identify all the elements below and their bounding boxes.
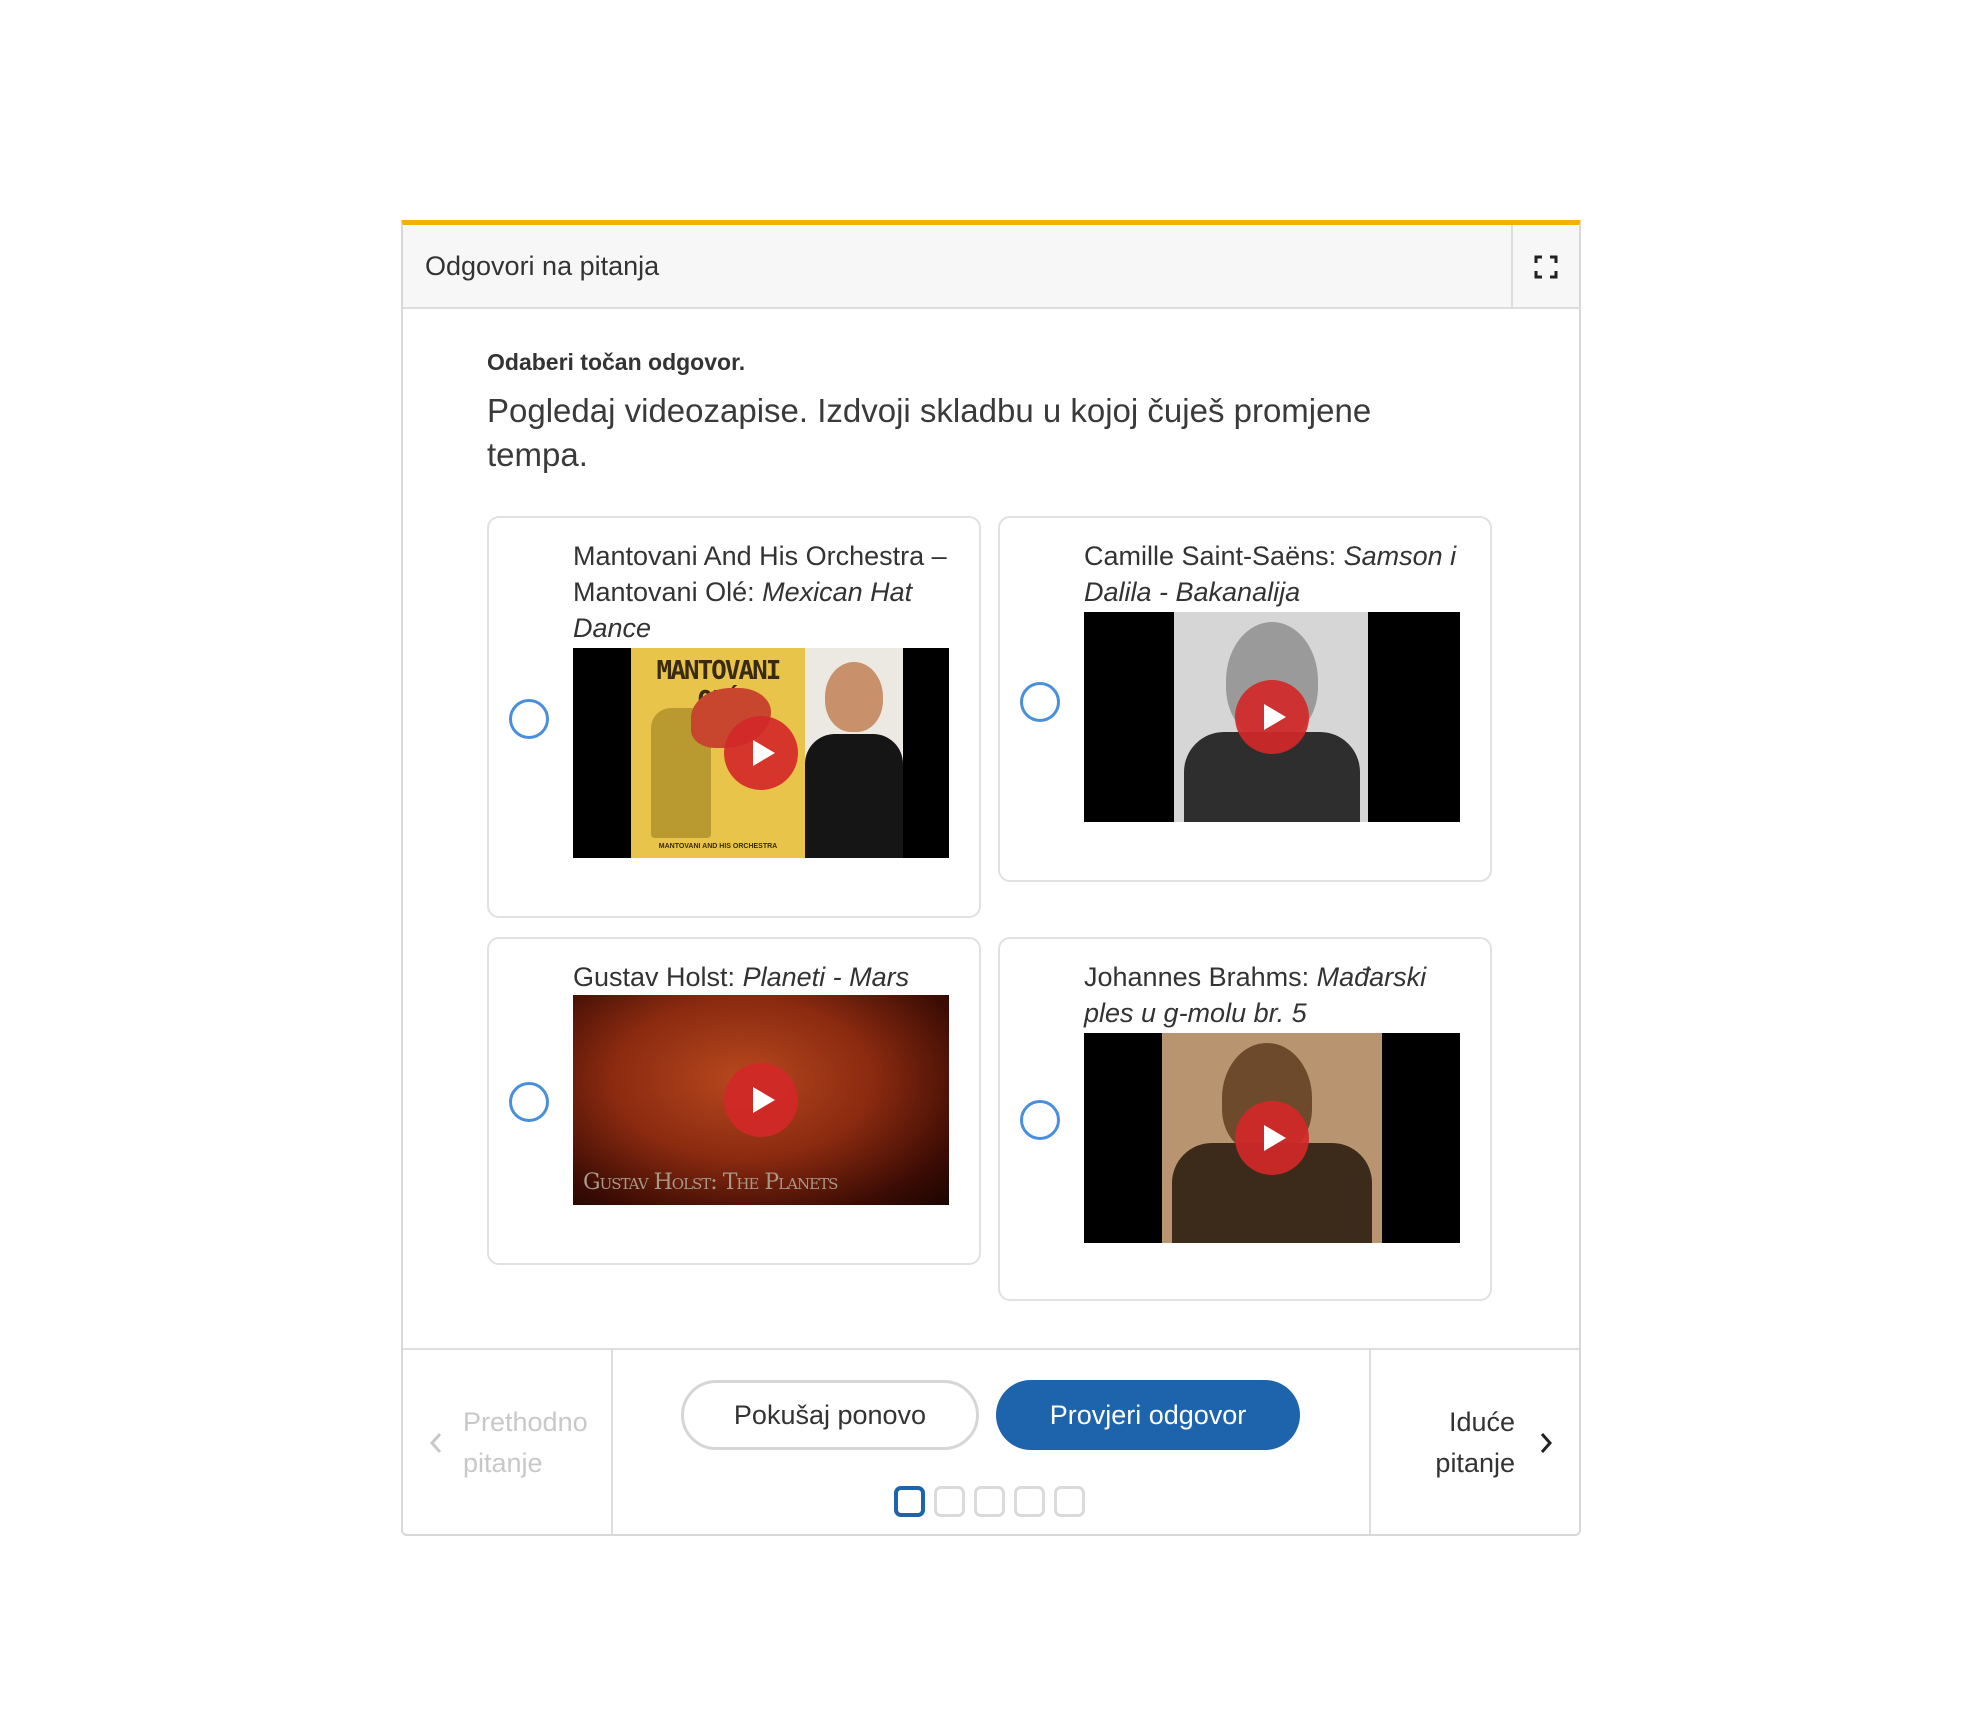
page-indicator-5[interactable] — [1054, 1486, 1085, 1517]
widget-header: Odgovori na pitanja — [403, 225, 1579, 309]
answer-option-2[interactable]: Camille Saint-Saëns: Samson i Dalila - B… — [998, 516, 1492, 882]
check-answer-button[interactable]: Provjeri odgovor — [996, 1380, 1300, 1450]
retry-button[interactable]: Pokušaj ponovo — [681, 1380, 979, 1450]
option-title: Johannes Brahms: Mađarski ples u g-molu … — [1084, 962, 1427, 1028]
play-icon — [1263, 1125, 1286, 1151]
previous-question-label: Prethodno pitanje — [463, 1407, 588, 1478]
previous-question-button[interactable]: Prethodno pitanje — [403, 1350, 613, 1534]
play-button[interactable] — [1235, 1101, 1309, 1175]
option-title: Gustav Holst: Planeti - Mars — [573, 962, 910, 992]
chevron-left-icon — [429, 1433, 442, 1453]
widget-footer: Prethodno pitanje Pokušaj ponovo Provjer… — [403, 1348, 1579, 1534]
answer-option-3[interactable]: Gustav Holst: Planeti - Mars Gustav Hols… — [487, 937, 981, 1265]
radio-button[interactable] — [1020, 1100, 1060, 1140]
page-indicator-1[interactable] — [894, 1486, 925, 1517]
video-player[interactable]: MANTOVANI OLÉ MANTOVANI AND HIS ORCHESTR… — [573, 648, 949, 858]
answer-option-1[interactable]: Mantovani And His Orchestra – Mantovani … — [487, 516, 981, 918]
play-button[interactable] — [724, 1063, 798, 1137]
page-indicator-2[interactable] — [934, 1486, 965, 1517]
video-player[interactable]: Gustav Holst: The Planets — [573, 995, 949, 1205]
video-player[interactable] — [1084, 1033, 1460, 1243]
page-indicator-3[interactable] — [974, 1486, 1005, 1517]
radio-button[interactable] — [1020, 682, 1060, 722]
next-question-label: Iduće pitanje — [1435, 1407, 1515, 1478]
chevron-right-icon — [1540, 1433, 1553, 1453]
fullscreen-button[interactable] — [1511, 225, 1579, 309]
instruction-text: Odaberi točan odgovor. — [487, 349, 746, 375]
fullscreen-icon — [1534, 255, 1558, 279]
answer-option-4[interactable]: Johannes Brahms: Mađarski ples u g-molu … — [998, 937, 1492, 1301]
page-indicator-4[interactable] — [1014, 1486, 1045, 1517]
quiz-widget: Odgovori na pitanja Odaberi točan odgovo… — [401, 220, 1581, 1536]
play-icon — [752, 740, 775, 766]
widget-title: Odgovori na pitanja — [425, 251, 660, 281]
next-question-button[interactable]: Iduće pitanje — [1369, 1350, 1579, 1534]
play-icon — [752, 1087, 775, 1113]
radio-button[interactable] — [509, 1082, 549, 1122]
video-player[interactable] — [1084, 612, 1460, 822]
play-button[interactable] — [724, 716, 798, 790]
option-title: Camille Saint-Saëns: Samson i Dalila - B… — [1084, 541, 1457, 607]
option-title: Mantovani And His Orchestra – Mantovani … — [573, 541, 947, 643]
question-text: Pogledaj videozapise. Izdvoji skladbu u … — [487, 392, 1372, 473]
radio-button[interactable] — [509, 699, 549, 739]
play-button[interactable] — [1235, 680, 1309, 754]
play-icon — [1263, 704, 1286, 730]
video-thumbnail-portrait — [805, 648, 903, 858]
question-pagination — [894, 1486, 1085, 1517]
